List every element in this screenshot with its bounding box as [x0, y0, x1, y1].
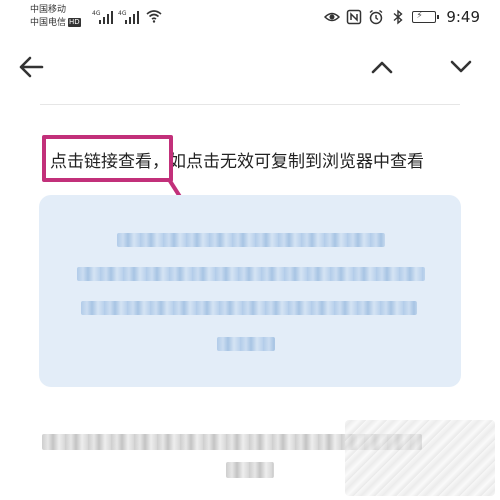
status-icons-group: ⚡ 9:49 — [324, 8, 480, 26]
next-message-button[interactable] — [446, 52, 476, 82]
carrier-name-telecom-label: 中国电信 — [30, 18, 67, 28]
nfc-icon — [347, 9, 362, 25]
annotation-highlight-box — [42, 135, 173, 182]
network-gen-label-2: 4G — [118, 10, 127, 17]
chevron-up-icon — [371, 61, 393, 74]
cell-signal-icon-2: 4G — [118, 10, 140, 24]
previous-message-button[interactable] — [367, 52, 397, 82]
content-divider — [40, 104, 460, 105]
blurred-link-line-3 — [81, 301, 417, 315]
watermark-image — [345, 420, 495, 496]
network-gen-label-1: 4G — [92, 10, 101, 17]
status-time: 9:49 — [446, 8, 480, 26]
blurred-link-line-1 — [117, 233, 385, 247]
blurred-link-line-4 — [217, 337, 275, 351]
blurred-link-line-2 — [77, 267, 425, 281]
blurred-footer-line-2 — [226, 462, 274, 478]
copy-to-browser-hint: 如点击无效可复制到浏览器中查看 — [169, 152, 424, 172]
arrow-left-icon — [19, 56, 44, 78]
eye-icon — [324, 12, 341, 22]
chevron-down-icon — [450, 60, 472, 73]
alarm-icon — [369, 9, 383, 25]
carrier-name-telecom: 中国电信 HD — [30, 18, 81, 28]
bluetooth-icon — [393, 9, 403, 25]
carrier-name-mobile: 中国移动 — [30, 5, 67, 15]
message-toolbar — [0, 34, 500, 100]
back-button[interactable] — [16, 52, 46, 82]
battery-charging-icon: ⚡ — [412, 11, 440, 23]
wifi-icon — [146, 10, 162, 23]
cell-signal-icon-1: 4G — [92, 10, 114, 24]
status-bar: 中国移动 中国电信 HD 4G 4G ⚡ 9:49 — [0, 0, 500, 34]
hd-badge: HD — [68, 18, 81, 27]
link-card[interactable] — [39, 195, 461, 387]
